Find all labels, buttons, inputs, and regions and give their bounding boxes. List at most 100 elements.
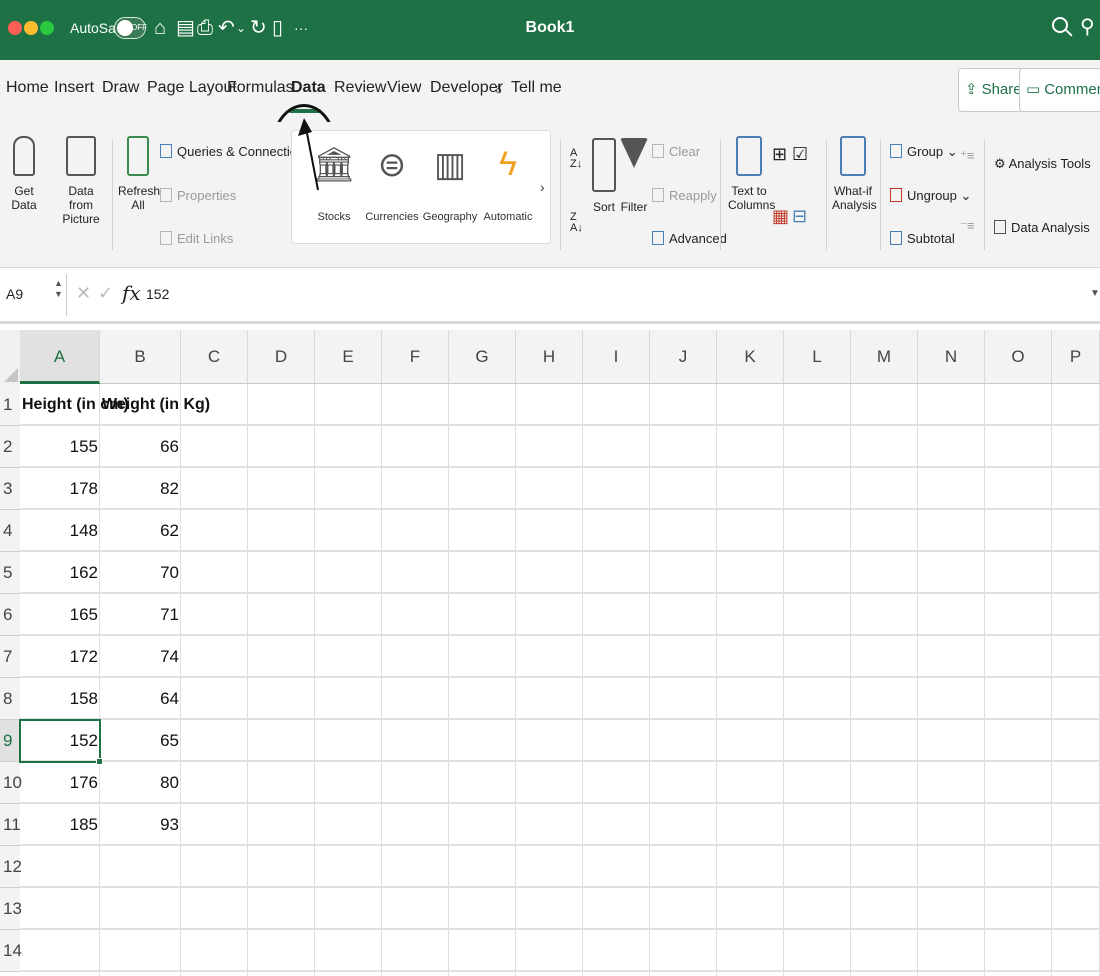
sort-za-icon[interactable]: Z A↓: [570, 212, 583, 234]
data-cell[interactable]: 74: [100, 636, 181, 678]
active-cell-selection[interactable]: [19, 719, 103, 765]
data-cell[interactable]: 71: [100, 594, 181, 636]
data-cell[interactable]: 62: [100, 510, 181, 552]
get-data-button[interactable]: Get Data: [4, 136, 44, 212]
column-header-k[interactable]: K: [717, 330, 784, 384]
column-header-h[interactable]: H: [516, 330, 583, 384]
clear-button[interactable]: Clear: [652, 144, 700, 159]
name-box-stepper-icon[interactable]: ▲ ▼: [54, 278, 63, 300]
stocks-button[interactable]: Stocks: [304, 211, 364, 223]
column-header-o[interactable]: O: [985, 330, 1052, 384]
what-if-analysis-button[interactable]: What-if Analysis: [832, 136, 877, 212]
hide-detail-icon[interactable]: ⁻≡: [960, 218, 974, 234]
column-header-l[interactable]: L: [784, 330, 851, 384]
data-cell[interactable]: 176: [20, 762, 100, 804]
data-cell[interactable]: 185: [20, 804, 100, 846]
account-icon[interactable]: ⚲: [1080, 14, 1095, 39]
tab-formulas[interactable]: Formulas: [227, 79, 294, 97]
tab-review[interactable]: Review: [334, 79, 386, 97]
data-cell[interactable]: 158: [20, 678, 100, 720]
row-header-11[interactable]: 11: [0, 804, 21, 846]
consolidate-icon[interactable]: ⊟: [792, 206, 807, 227]
gallery-next-icon[interactable]: ›: [540, 179, 545, 195]
refresh-all-button[interactable]: Refresh All: [118, 136, 160, 212]
queries-connections-button[interactable]: Queries & Connections: [160, 144, 311, 159]
row-header-3[interactable]: 3: [0, 468, 20, 510]
column-header-n[interactable]: N: [918, 330, 985, 384]
show-detail-icon[interactable]: ⁺≡: [960, 148, 974, 164]
ungroup-button[interactable]: Ungroup ⌄: [890, 188, 971, 204]
data-cell[interactable]: 66: [100, 426, 181, 468]
currencies-button[interactable]: Currencies: [362, 211, 422, 223]
tell-me-search[interactable]: Tell me: [511, 79, 562, 97]
row-header-7[interactable]: 7: [0, 636, 20, 678]
row-header-1[interactable]: 1: [0, 384, 20, 426]
column-header-j[interactable]: J: [650, 330, 717, 384]
row-header-8[interactable]: 8: [0, 678, 20, 720]
data-cell[interactable]: 70: [100, 552, 181, 594]
sort-az-icon[interactable]: A Z↓: [570, 148, 582, 170]
formula-input[interactable]: 152: [146, 286, 169, 302]
column-header-a[interactable]: A: [20, 330, 100, 384]
row-header-10[interactable]: 10: [0, 762, 22, 804]
column-header-d[interactable]: D: [248, 330, 315, 384]
row-header-9[interactable]: 9: [0, 720, 20, 762]
column-header-c[interactable]: C: [181, 330, 248, 384]
analysis-tools-button[interactable]: ⚙ Analysis Tools: [994, 156, 1091, 172]
automatic-button[interactable]: Automatic: [478, 211, 538, 223]
subtotal-button[interactable]: Subtotal: [890, 231, 955, 246]
group-button[interactable]: Group ⌄: [890, 144, 958, 160]
geography-button[interactable]: Geography: [420, 211, 480, 223]
name-box[interactable]: A9: [6, 286, 23, 302]
checkmark-icon[interactable]: ✓: [98, 283, 113, 304]
chevron-down-icon[interactable]: ▼: [1090, 288, 1100, 299]
filter-button[interactable]: Filter: [620, 138, 648, 214]
column-header-f[interactable]: F: [382, 330, 449, 384]
data-from-picture-button[interactable]: Data from Picture: [56, 136, 106, 226]
properties-button[interactable]: Properties: [160, 188, 236, 203]
column-header-m[interactable]: M: [851, 330, 918, 384]
tab-data[interactable]: Data: [291, 79, 326, 97]
reapply-button[interactable]: Reapply: [652, 188, 717, 203]
header-cell[interactable]: Height (in cm): [20, 384, 129, 426]
data-cell[interactable]: 65: [100, 720, 181, 762]
tab-home[interactable]: Home: [6, 79, 49, 97]
sort-button[interactable]: Sort: [590, 138, 618, 214]
data-cell[interactable]: 165: [20, 594, 100, 636]
text-to-columns-button[interactable]: Text to Columns: [728, 136, 775, 212]
tab-insert[interactable]: Insert: [54, 79, 94, 97]
column-header-p[interactable]: P: [1052, 330, 1100, 384]
data-validation-icon[interactable]: ☑: [792, 144, 808, 165]
remove-duplicates-icon[interactable]: ▦: [772, 206, 789, 227]
data-cell[interactable]: 93: [100, 804, 181, 846]
data-cell[interactable]: 80: [100, 762, 181, 804]
row-header-6[interactable]: 6: [0, 594, 20, 636]
data-cell[interactable]: 178: [20, 468, 100, 510]
data-cell[interactable]: 172: [20, 636, 100, 678]
column-header-b[interactable]: B: [100, 330, 181, 384]
data-cell[interactable]: 64: [100, 678, 181, 720]
comments-button[interactable]: ▭Comments: [1019, 68, 1100, 112]
tab-page-layout[interactable]: Page Layout: [147, 79, 237, 97]
header-cell[interactable]: Weight (in Kg): [100, 384, 210, 426]
row-header-12[interactable]: 12: [0, 846, 22, 888]
search-icon[interactable]: [1052, 17, 1068, 33]
data-cell[interactable]: 82: [100, 468, 181, 510]
data-analysis-button[interactable]: Data Analysis: [994, 220, 1090, 235]
column-header-i[interactable]: I: [583, 330, 650, 384]
cancel-icon[interactable]: ✕: [76, 283, 91, 304]
row-header-5[interactable]: 5: [0, 552, 20, 594]
tab-view[interactable]: View: [387, 79, 421, 97]
row-header-14[interactable]: 14: [0, 930, 22, 972]
insert-function-icon[interactable]: fx: [122, 281, 141, 305]
row-header-13[interactable]: 13: [0, 888, 22, 930]
data-cell[interactable]: 148: [20, 510, 100, 552]
row-header-2[interactable]: 2: [0, 426, 20, 468]
edit-links-button[interactable]: Edit Links: [160, 231, 233, 246]
tab-draw[interactable]: Draw: [102, 79, 139, 97]
spreadsheet-grid[interactable]: ABCDEFGHIJKLMNOP 1 2 3 4 5 6 7 8 9 10 11 12 13 14 Hei…: [0, 330, 1100, 976]
advanced-filter-button[interactable]: Advanced: [652, 231, 727, 246]
row-header-4[interactable]: 4: [0, 510, 20, 552]
select-all-corner[interactable]: [0, 330, 20, 384]
data-cell[interactable]: 155: [20, 426, 100, 468]
